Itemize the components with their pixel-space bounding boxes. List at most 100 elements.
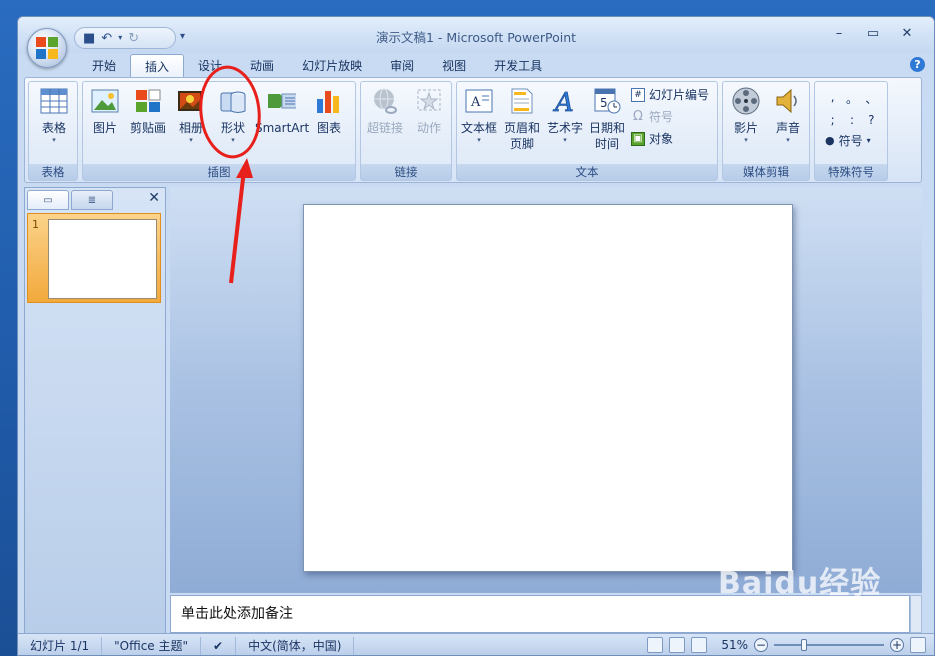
shapes-button[interactable]: 形状 ▾ — [213, 86, 253, 144]
slide-number-icon: # — [631, 87, 645, 102]
maximize-button[interactable]: ▭ — [856, 26, 890, 41]
mark-period[interactable]: 。 — [842, 90, 861, 107]
mark-dunhao[interactable]: 、 — [862, 90, 881, 107]
office-logo-icon — [36, 37, 58, 59]
slideshow-view-button[interactable] — [691, 637, 708, 653]
redo-icon[interactable]: ↻ — [128, 32, 139, 45]
slides-tab-icon: ▭ — [43, 194, 53, 206]
slide-editing-area — [170, 187, 922, 593]
group-media-label: 媒体剪辑 — [723, 164, 809, 180]
action-label: 动作 — [416, 121, 441, 135]
zoom-slider-thumb[interactable] — [800, 639, 807, 651]
mark-question[interactable]: ? — [862, 113, 881, 127]
action-icon — [414, 86, 444, 116]
minimize-button[interactable]: – — [822, 26, 856, 41]
slide-thumbnail-item[interactable]: 1 — [27, 213, 161, 303]
zoom-slider[interactable] — [774, 639, 884, 651]
special-symbols-button[interactable]: ● 符号 ▾ — [825, 132, 871, 149]
spellcheck-icon[interactable]: ✔ — [201, 636, 237, 655]
tab-home[interactable]: 开始 — [78, 54, 130, 78]
undo-dropdown-icon[interactable]: ▾ — [118, 34, 122, 42]
quick-access-toolbar: ■ ↶ ▾ ↻ — [74, 27, 176, 49]
help-icon[interactable]: ? — [910, 57, 925, 72]
normal-view-button[interactable] — [647, 637, 664, 653]
status-right-controls: 51% − + — [647, 637, 926, 653]
table-button[interactable]: 表格 ▾ — [32, 86, 76, 144]
svg-text:5: 5 — [600, 96, 608, 110]
shapes-label: 形状 — [220, 121, 245, 135]
status-slide-count: 幻灯片 1/1 — [18, 636, 103, 655]
smartart-button[interactable]: SmartArt — [255, 86, 310, 136]
zoom-in-button[interactable]: + — [890, 638, 904, 652]
slide-number-label: 幻灯片编号 — [649, 88, 710, 102]
slide-sorter-view-button[interactable] — [669, 637, 686, 653]
undo-icon[interactable]: ↶ — [101, 32, 112, 45]
zoom-level[interactable]: 51% — [721, 638, 748, 652]
picture-button[interactable]: 图片 — [87, 86, 123, 136]
mark-semicolon[interactable]: ; — [823, 113, 842, 127]
customize-qat-icon[interactable]: ▾ — [180, 31, 185, 42]
header-footer-label-2: 页脚 — [509, 137, 534, 151]
object-button[interactable]: ▣ 对象 — [631, 130, 673, 147]
outline-tab-icon: ≣ — [87, 194, 97, 206]
tab-design[interactable]: 设计 — [184, 54, 236, 78]
mark-comma[interactable]: , — [823, 90, 842, 107]
movie-button[interactable]: 影片 ▾ — [727, 86, 765, 144]
bullet-icon: ● — [825, 134, 835, 147]
chart-button[interactable]: 图表 — [311, 86, 347, 136]
symbol-button[interactable]: Ω 符号 — [631, 108, 673, 125]
zoom-out-button[interactable]: − — [754, 638, 768, 652]
sound-label: 声音 — [775, 121, 800, 135]
header-footer-icon — [507, 86, 537, 116]
photo-album-icon — [176, 86, 206, 116]
notes-placeholder: 单击此处添加备注 — [181, 606, 293, 622]
album-button[interactable]: 相册 ▾ — [173, 86, 209, 144]
slide-thumbnail — [48, 219, 157, 299]
tab-view[interactable]: 视图 — [428, 54, 480, 78]
textbox-button[interactable]: A 文本框 ▾ — [459, 86, 499, 144]
chart-icon — [314, 86, 344, 116]
notes-scrollbar[interactable] — [910, 595, 922, 633]
clipart-button[interactable]: 剪贴画 — [127, 86, 169, 136]
action-button[interactable]: 动作 — [409, 86, 449, 136]
slides-tab[interactable]: ▭ — [27, 190, 69, 210]
group-illustrations: 图片 剪贴画 相册 ▾ 形状 ▾ SmartArt 图表 插图 — [82, 81, 356, 181]
sound-button[interactable]: 声音 ▾ — [769, 86, 807, 144]
smartart-label: SmartArt — [255, 121, 310, 135]
mark-colon[interactable]: : — [842, 113, 861, 127]
tab-review[interactable]: 审阅 — [376, 54, 428, 78]
ribbon: 表格 ▾ 表格 图片 剪贴画 相册 ▾ 形状 ▾ SmartArt 图表 插图 … — [24, 77, 922, 183]
hyperlink-button[interactable]: 超链接 — [363, 86, 407, 136]
tab-animations[interactable]: 动画 — [236, 54, 288, 78]
datetime-button[interactable]: 5 日期和 时间 — [587, 86, 627, 152]
header-footer-button[interactable]: 页眉和 页脚 — [501, 86, 543, 152]
table-label: 表格 — [41, 121, 66, 135]
group-illustrations-label: 插图 — [83, 164, 355, 180]
wordart-button[interactable]: A 艺术字 ▾ — [545, 86, 585, 144]
tab-developer[interactable]: 开发工具 — [480, 54, 556, 78]
close-button[interactable]: ✕ — [890, 26, 924, 41]
omega-icon: Ω — [633, 109, 643, 124]
slide-number-button[interactable]: # 幻灯片编号 — [631, 86, 709, 103]
group-text: A 文本框 ▾ 页眉和 页脚 A 艺术字 ▾ 5 日期和 时间 # 幻灯片编号 … — [456, 81, 718, 181]
smartart-icon — [266, 86, 296, 116]
textbox-icon: A — [464, 86, 494, 116]
textbox-label: 文本框 — [460, 121, 497, 135]
tab-insert[interactable]: 插入 — [130, 54, 185, 78]
fit-to-window-button[interactable] — [910, 637, 926, 653]
panel-tabs: ▭ ≣ — [27, 190, 115, 210]
outline-tab[interactable]: ≣ — [71, 190, 113, 210]
punctuation-grid: , 。 、 ; : ? — [823, 90, 881, 127]
clipart-label: 剪贴画 — [129, 121, 166, 135]
status-theme: "Office 主题" — [102, 636, 202, 655]
shapes-icon — [218, 86, 248, 116]
slide-canvas[interactable] — [303, 204, 793, 572]
tab-slideshow[interactable]: 幻灯片放映 — [288, 54, 376, 78]
watermark-url: jingyan.baidu.com — [735, 596, 846, 610]
office-button[interactable] — [27, 28, 67, 68]
svg-text:A: A — [553, 88, 574, 115]
picture-label: 图片 — [92, 121, 117, 135]
slides-panel: ▭ ≣ ✕ 1 — [24, 187, 166, 639]
panel-close-icon[interactable]: ✕ — [148, 190, 160, 206]
save-icon[interactable]: ■ — [83, 32, 95, 45]
